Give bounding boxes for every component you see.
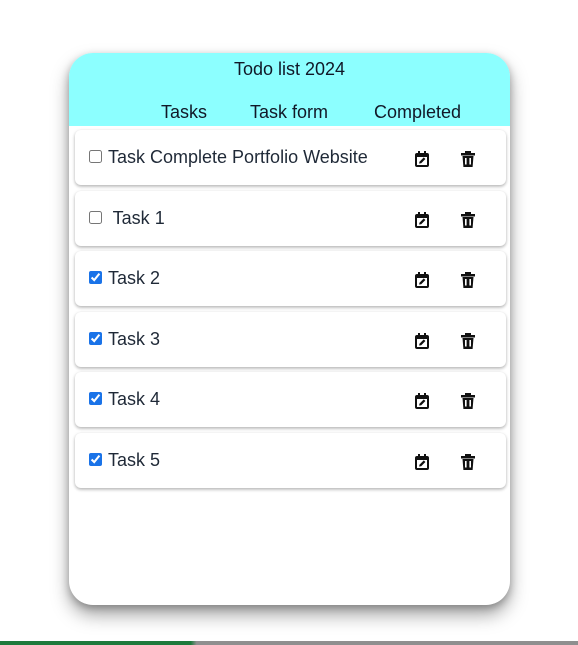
trash-icon[interactable] — [461, 212, 475, 228]
task-item: Task 3 — [75, 312, 506, 367]
nav-completed-link[interactable]: Completed — [374, 101, 461, 123]
task-item: Task 2 — [75, 251, 506, 306]
calendar-edit-icon[interactable] — [415, 454, 429, 470]
todo-card: Todo list 2024 Tasks Task form Completed… — [69, 53, 510, 605]
page: Todo list 2024 Tasks Task form Completed… — [0, 0, 578, 645]
trash-icon[interactable] — [461, 272, 475, 288]
task-label: Task 1 — [108, 208, 165, 228]
calendar-edit-icon[interactable] — [415, 333, 429, 349]
calendar-edit-icon[interactable] — [415, 272, 429, 288]
task-checkbox[interactable] — [89, 453, 102, 466]
task-checkbox[interactable] — [89, 332, 102, 345]
window-bottom-edge — [0, 641, 578, 645]
trash-icon[interactable] — [461, 393, 475, 409]
task-checkbox[interactable] — [89, 392, 102, 405]
task-checkbox[interactable] — [89, 271, 102, 284]
task-checkbox[interactable] — [89, 150, 102, 163]
nav-bar: Tasks Task form Completed — [69, 101, 510, 125]
task-label: Task Complete Portfolio Website — [108, 147, 368, 167]
task-label: Task 5 — [108, 450, 161, 470]
task-label: Task 4 — [108, 389, 161, 409]
calendar-edit-icon[interactable] — [415, 212, 429, 228]
task-label: Task 2 — [108, 268, 161, 288]
task-item: Task 5 — [75, 433, 506, 488]
task-label: Task 3 — [108, 329, 161, 349]
trash-icon[interactable] — [461, 151, 475, 167]
task-item: Task 4 — [75, 372, 506, 427]
trash-icon[interactable] — [461, 333, 475, 349]
trash-icon[interactable] — [461, 454, 475, 470]
nav-task-form-link[interactable]: Task form — [250, 101, 328, 123]
task-item: Task Complete Portfolio Website — [75, 130, 506, 185]
header: Todo list 2024 Tasks Task form Completed — [69, 53, 510, 126]
task-item: Task 1 — [75, 191, 506, 246]
nav-tasks-link[interactable]: Tasks — [161, 101, 207, 123]
app-title: Todo list 2024 — [233, 59, 346, 79]
calendar-edit-icon[interactable] — [415, 151, 429, 167]
calendar-edit-icon[interactable] — [415, 393, 429, 409]
task-checkbox[interactable] — [89, 211, 102, 224]
